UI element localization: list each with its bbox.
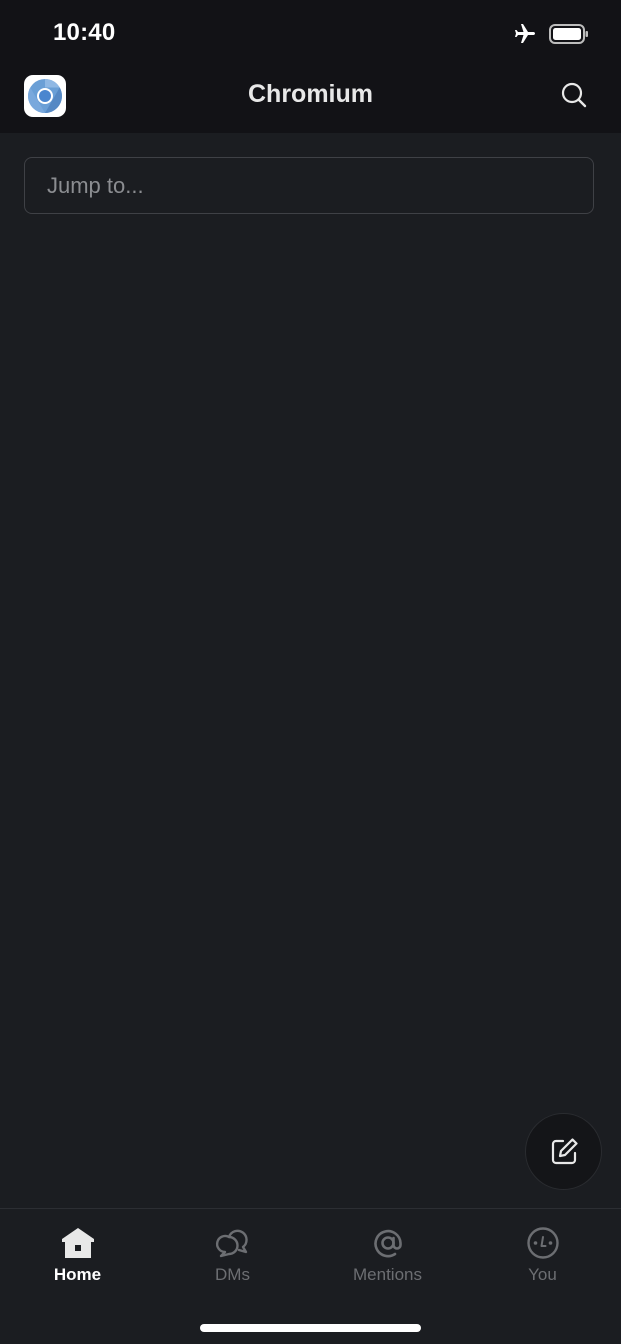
status-time: 10:40 — [53, 19, 116, 46]
compose-icon — [551, 1137, 578, 1164]
mentions-icon — [370, 1225, 406, 1261]
workspace-title: Chromium — [248, 80, 373, 108]
jump-to-box[interactable] — [24, 157, 594, 214]
tab-dms-label: DMs — [215, 1265, 250, 1284]
tab-you[interactable]: You — [465, 1225, 620, 1285]
battery-icon — [549, 23, 589, 50]
you-icon — [525, 1225, 561, 1261]
tab-you-label: You — [528, 1265, 557, 1284]
tab-dms[interactable]: DMs — [155, 1225, 310, 1285]
tab-home-label: Home — [53, 1265, 102, 1284]
compose-button[interactable] — [525, 1113, 602, 1190]
search-button[interactable] — [560, 81, 588, 109]
airplane-icon — [513, 22, 537, 51]
tab-mentions-label: Mentions — [353, 1265, 422, 1284]
search-icon — [561, 82, 587, 108]
home-content — [0, 133, 621, 1208]
tab-home[interactable]: Home — [0, 1225, 155, 1285]
home-icon — [60, 1225, 96, 1261]
dms-icon — [215, 1225, 251, 1261]
tab-mentions[interactable]: Mentions — [310, 1225, 465, 1285]
status-icons — [513, 22, 589, 51]
home-indicator[interactable] — [200, 1324, 421, 1332]
jump-to-input[interactable] — [25, 158, 593, 213]
app-header: Chromium — [0, 66, 621, 133]
status-bar: 10:40 — [0, 0, 621, 66]
